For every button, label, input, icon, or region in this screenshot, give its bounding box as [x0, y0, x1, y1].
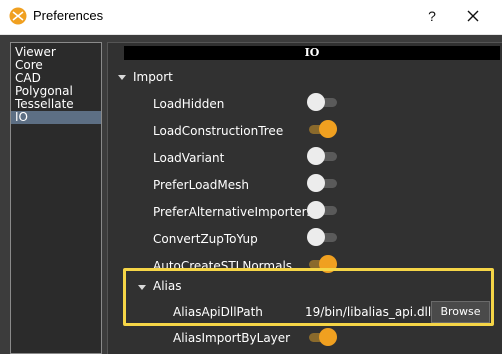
toggle-loadconstructiontree[interactable] [307, 120, 337, 138]
setting-label-preferalternativeimporters: PreferAlternativeImporters [153, 205, 313, 219]
toggle-convertzuptoyup[interactable] [307, 228, 337, 246]
title-bar: Preferences ? [0, 0, 502, 35]
toggle-loadhidden[interactable] [307, 93, 337, 111]
setting-label-loadconstructiontree: LoadConstructionTree [153, 124, 284, 138]
import-group-label[interactable]: Import [133, 70, 173, 84]
expand-arrow-icon[interactable] [118, 75, 126, 80]
category-list[interactable]: Viewer Core CAD Polygonal Tessellate IO [10, 42, 102, 354]
category-item-io[interactable]: IO [11, 111, 101, 124]
panel-header: IO [124, 46, 500, 60]
close-icon[interactable] [463, 6, 483, 26]
toggle-loadvariant[interactable] [307, 147, 337, 165]
app-icon [9, 7, 27, 25]
setting-label-loadhidden: LoadHidden [153, 97, 225, 111]
highlight-annotation [123, 268, 494, 326]
setting-label-convertzuptoyup: ConvertZupToYup [153, 232, 258, 246]
toggle-preferloadmesh[interactable] [307, 174, 337, 192]
help-button[interactable]: ? [422, 6, 442, 26]
setting-label-loadvariant: LoadVariant [153, 151, 225, 165]
setting-label-preferloadmesh: PreferLoadMesh [153, 178, 249, 192]
toggle-preferalternativeimporters[interactable] [307, 201, 337, 219]
toggle-aliasimportbylayer[interactable] [307, 328, 337, 346]
setting-label-aliasimportbylayer: AliasImportByLayer [173, 331, 291, 345]
window-title: Preferences [33, 8, 104, 23]
